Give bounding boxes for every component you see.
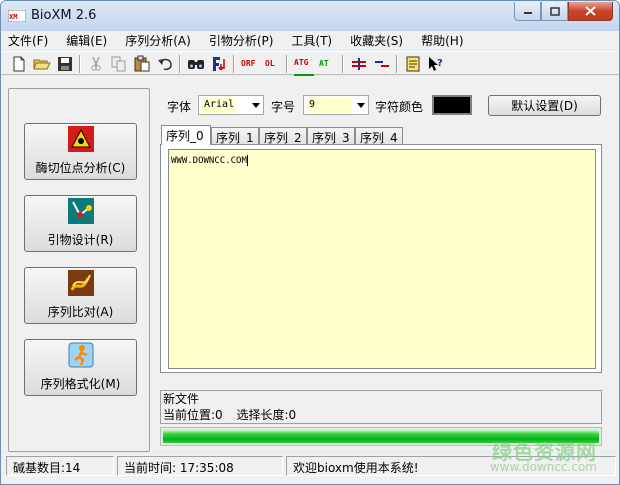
save-icon[interactable] [56, 55, 74, 73]
toolbar-separator [233, 55, 235, 73]
menu-bar: 文件(F) 编辑(E) 序列分析(A) 引物分析(P) 工具(T) 收藏夹(S)… [1, 31, 619, 50]
enzyme-cut-analysis-label: 酶切位点分析(C) [35, 161, 126, 175]
toolbar-separator [79, 55, 81, 73]
text-color-label: 字符颜色 [375, 100, 424, 114]
paste-icon[interactable] [133, 55, 151, 73]
menu-sequence-analysis[interactable]: 序列分析(A) [125, 32, 191, 49]
close-icon [585, 6, 596, 16]
selection-length: 选择长度:0 [236, 408, 297, 422]
at-icon[interactable]: AT [319, 59, 337, 77]
help-pointer-icon[interactable]: ? [427, 55, 445, 73]
close-button[interactable] [568, 2, 613, 21]
chevron-down-icon [357, 103, 365, 108]
sequence-editor[interactable]: WWW.DOWNCC.COM [168, 149, 596, 369]
sidebar-panel: 酶切位点分析(C) 引物设计(R) 序列比对(A) 序列格式化(M) [8, 88, 150, 452]
tab-sequence-2[interactable]: 序列_2 [259, 127, 307, 145]
font-value: Arial [202, 98, 237, 113]
font-settings-row: 字体 Arial 字号 9 字符颜色 默认设置(D) [167, 95, 607, 117]
sequence-align-icon [67, 270, 94, 296]
copy-icon[interactable] [110, 55, 128, 73]
font-label: 字体 [167, 100, 192, 114]
find-icon[interactable] [187, 55, 205, 73]
menu-tools[interactable]: 工具(T) [291, 32, 332, 49]
find-replace-icon[interactable] [210, 55, 228, 73]
menu-primer-analysis[interactable]: 引物分析(P) [209, 32, 274, 49]
oligo-icon[interactable]: OL [265, 59, 283, 77]
sequence-format-label: 序列格式化(M) [40, 377, 121, 391]
compare-icon[interactable] [373, 55, 391, 73]
toolbar: ORF OL ATG AT ? [1, 51, 619, 77]
sequence-align-button[interactable]: 序列比对(A) [24, 267, 137, 324]
sequence-tabs: 序列_0 序列_1 序列_2 序列_3 序列_4 [160, 125, 600, 145]
text-caret [246, 155, 248, 166]
toolbar-separator [179, 55, 181, 73]
file-info-panel: 新文件 当前位置:0 选择长度:0 [160, 390, 602, 424]
tab-sequence-0[interactable]: 序列_0 [161, 125, 211, 145]
default-settings-button[interactable]: 默认设置(D) [488, 95, 601, 116]
tab-panel: WWW.DOWNCC.COM [160, 144, 602, 373]
primer-design-icon [67, 198, 94, 224]
enzyme-cut-icon [67, 126, 94, 152]
size-label: 字号 [271, 100, 296, 114]
window-title: BioXM 2.6 [31, 8, 97, 23]
font-select[interactable]: Arial [198, 95, 264, 115]
sequence-format-button[interactable]: 序列格式化(M) [24, 339, 137, 396]
chevron-down-icon [252, 103, 260, 108]
current-position: 当前位置:0 [163, 408, 223, 422]
minimize-button[interactable] [514, 2, 541, 21]
menu-favorites[interactable]: 收藏夹(S) [350, 32, 403, 49]
primer-design-label: 引物设计(R) [47, 233, 114, 247]
font-size-value: 9 [307, 98, 352, 113]
toolbar-separator [342, 55, 344, 73]
maximize-icon [549, 6, 560, 16]
atg-icon[interactable]: ATG [294, 58, 314, 76]
app-logo-icon: XM [8, 10, 26, 22]
maximize-button[interactable] [541, 2, 568, 21]
primer-design-button[interactable]: 引物设计(R) [24, 195, 137, 252]
editor-text: WWW.DOWNCC.COM [171, 156, 247, 166]
align-icon[interactable] [350, 55, 368, 73]
watermark-url: www.downcc.com [489, 460, 597, 474]
toolbar-separator [396, 55, 398, 73]
cut-icon[interactable] [87, 55, 105, 73]
open-folder-icon[interactable] [33, 55, 51, 73]
font-size-select[interactable]: 9 [303, 95, 369, 115]
main-area: 酶切位点分析(C) 引物设计(R) 序列比对(A) 序列格式化(M) 字体 Ar… [1, 76, 619, 452]
enzyme-cut-analysis-button[interactable]: 酶切位点分析(C) [24, 123, 137, 180]
sequence-align-label: 序列比对(A) [47, 305, 114, 319]
app-window: XM BioXM 2.6 文件(F) 编辑(E) 序列分析(A) 引物分析(P)… [0, 0, 620, 485]
format-runner-icon [68, 342, 93, 368]
undo-icon[interactable] [156, 55, 174, 73]
menu-file[interactable]: 文件(F) [8, 32, 48, 49]
minimize-icon [523, 12, 532, 14]
title-bar[interactable]: XM BioXM 2.6 [1, 1, 619, 31]
svg-text:XM: XM [9, 13, 17, 21]
svg-text:?: ? [437, 58, 443, 69]
tab-sequence-4[interactable]: 序列_4 [355, 127, 403, 145]
base-count: 碱基数目:14 [6, 456, 114, 476]
file-status: 新文件 [163, 392, 200, 406]
current-time: 当前时间: 17:35:08 [117, 456, 283, 476]
notes-icon[interactable] [404, 55, 422, 73]
toolbar-separator [286, 55, 288, 73]
menu-edit[interactable]: 编辑(E) [66, 32, 107, 49]
text-color-swatch[interactable] [432, 95, 472, 115]
tab-sequence-3[interactable]: 序列_3 [307, 127, 355, 145]
new-file-icon[interactable] [10, 55, 28, 73]
orf-icon[interactable]: ORF [241, 59, 261, 77]
menu-help[interactable]: 帮助(H) [421, 32, 463, 49]
tab-sequence-1[interactable]: 序列_1 [211, 127, 259, 145]
